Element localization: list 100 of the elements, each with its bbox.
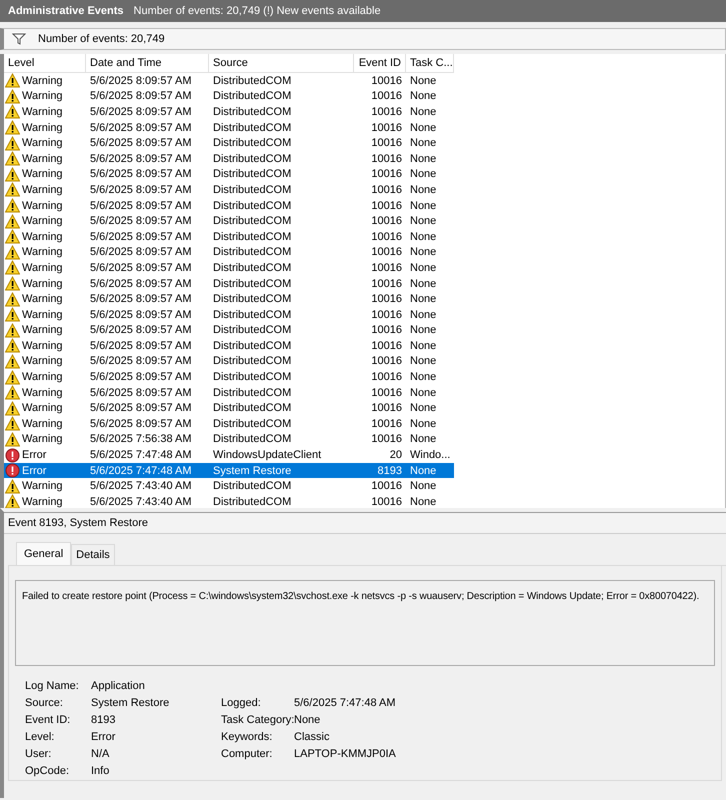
table-cell-text: 5/6/2025 7:56:38 AM — [89, 432, 193, 448]
column-header[interactable]: Level — [4, 54, 86, 73]
table-cell-text: 5/6/2025 8:09:57 AM — [89, 230, 193, 245]
table-cell-text: None — [409, 182, 438, 198]
warning-icon — [5, 370, 20, 385]
warning-icon — [5, 166, 20, 182]
level-text: Warning — [22, 371, 63, 384]
table-cell-text: 10016 — [370, 260, 403, 276]
table-cell-text: DistributedCOM — [212, 182, 292, 198]
tab[interactable]: Details — [71, 544, 115, 565]
table-cell-text: DistributedCOM — [212, 432, 292, 448]
table-cell-text: None — [409, 104, 438, 120]
table-cell-text: 5/6/2025 8:09:57 AM — [89, 292, 193, 307]
warning-icon — [5, 229, 20, 244]
column-header[interactable]: Event ID — [354, 54, 406, 73]
table-cell-text: 10016 — [370, 370, 403, 385]
table-cell-text: None — [409, 136, 438, 151]
table-cell-text: 10016 — [370, 120, 403, 136]
table-cell-text: None — [409, 292, 438, 307]
level-text: Error — [22, 464, 46, 477]
column-header[interactable]: Task C... — [406, 54, 454, 73]
table-cell-text: 5/6/2025 7:43:40 AM — [89, 479, 193, 494]
table-cell-text: 10016 — [370, 416, 403, 432]
property-value: Application — [91, 680, 146, 692]
table-cell-text: 10016 — [370, 338, 403, 354]
table-cell-text: None — [409, 260, 438, 276]
table-cell-text: DistributedCOM — [212, 494, 292, 508]
table-cell-text: None — [409, 323, 438, 338]
table-cell-text: 5/6/2025 8:09:57 AM — [89, 260, 193, 276]
level-text: Error — [22, 449, 46, 462]
table-cell-text: 10016 — [370, 182, 403, 198]
warning-icon — [5, 400, 20, 416]
level-text: Warning — [22, 200, 63, 212]
table-cell-text: None — [409, 230, 438, 245]
warning-icon — [5, 88, 20, 104]
table-cell-text: 5/6/2025 8:09:57 AM — [89, 276, 193, 292]
table-cell-text: 10016 — [370, 308, 403, 322]
level-text: Warning — [22, 496, 63, 508]
table-cell-text: DistributedCOM — [212, 338, 292, 354]
warning-icon — [5, 151, 20, 166]
table-cell-text: 5/6/2025 8:09:57 AM — [89, 245, 193, 260]
table-cell-text: 10016 — [370, 136, 403, 151]
table-cell-text: 5/6/2025 8:09:57 AM — [89, 323, 193, 338]
column-header[interactable]: Source — [209, 54, 354, 73]
table-cell-text: 10016 — [370, 89, 403, 104]
table-cell-text: DistributedCOM — [212, 136, 292, 151]
level-text: Warning — [22, 262, 63, 274]
warning-icon — [5, 136, 20, 151]
property-value: LAPTOP-KMMJP0IA — [294, 748, 396, 760]
level-text: Warning — [22, 152, 63, 165]
property-label: User: — [25, 748, 52, 760]
property-label: Logged: — [221, 697, 262, 709]
table-cell-text: 10016 — [370, 230, 403, 245]
table-cell: System Restore — [209, 462, 354, 478]
level-text: Warning — [22, 168, 63, 180]
table-cell-text: DistributedCOM — [212, 198, 292, 214]
table-cell-text: 5/6/2025 8:09:57 AM — [89, 386, 193, 400]
warning-icon — [5, 244, 20, 260]
table-cell-text: DistributedCOM — [212, 152, 292, 167]
warning-icon — [5, 214, 20, 229]
table-cell-text: 10016 — [370, 494, 403, 508]
table-cell-text: 5/6/2025 8:09:57 AM — [89, 120, 193, 136]
table-cell-text: 10016 — [370, 152, 403, 167]
table-cell-text: None — [409, 245, 438, 260]
table-cell-text: DistributedCOM — [212, 214, 292, 229]
property-value: Classic — [294, 731, 330, 743]
tab[interactable]: General — [16, 542, 72, 565]
table-cell-text: DistributedCOM — [212, 479, 292, 494]
table-cell: 5/6/2025 7:47:48 AM — [86, 462, 209, 478]
table-cell-text: 10016 — [370, 74, 403, 89]
table-cell-text: 10016 — [370, 167, 403, 182]
table-cell-text: 5/6/2025 8:09:57 AM — [89, 354, 193, 370]
warning-icon — [5, 198, 20, 214]
table-cell-text: 10016 — [370, 323, 403, 338]
property-value: None — [294, 714, 322, 726]
level-text: Warning — [22, 293, 63, 306]
property-label: Level: — [25, 731, 56, 743]
table-cell-text: DistributedCOM — [212, 308, 292, 322]
table-cell-text: 10016 — [370, 214, 403, 229]
table-cell-text: 10016 — [370, 245, 403, 260]
table-cell-text: WindowsUpdateClient — [212, 448, 322, 463]
table-cell-text: None — [409, 198, 438, 214]
level-text: Warning — [22, 122, 63, 134]
table-cell-text: None — [409, 74, 438, 89]
table-cell-text: DistributedCOM — [212, 74, 292, 89]
level-text: Warning — [22, 215, 63, 228]
column-header[interactable]: Date and Time — [86, 54, 209, 73]
warning-icon — [5, 338, 20, 354]
level-text: Warning — [22, 324, 63, 336]
property-value: Error — [91, 731, 116, 743]
table-cell-text: None — [409, 401, 438, 416]
table-cell-text: 5/6/2025 8:09:57 AM — [89, 198, 193, 214]
level-text: Warning — [22, 433, 63, 446]
warning-icon — [5, 73, 20, 88]
table-cell-text: None — [409, 338, 438, 354]
table-cell-text: 10016 — [370, 276, 403, 292]
table-cell-text: DistributedCOM — [212, 370, 292, 385]
table-cell-text: None — [409, 370, 438, 385]
table-cell-text: None — [409, 214, 438, 229]
table-cell-text: 5/6/2025 8:09:57 AM — [89, 89, 193, 104]
